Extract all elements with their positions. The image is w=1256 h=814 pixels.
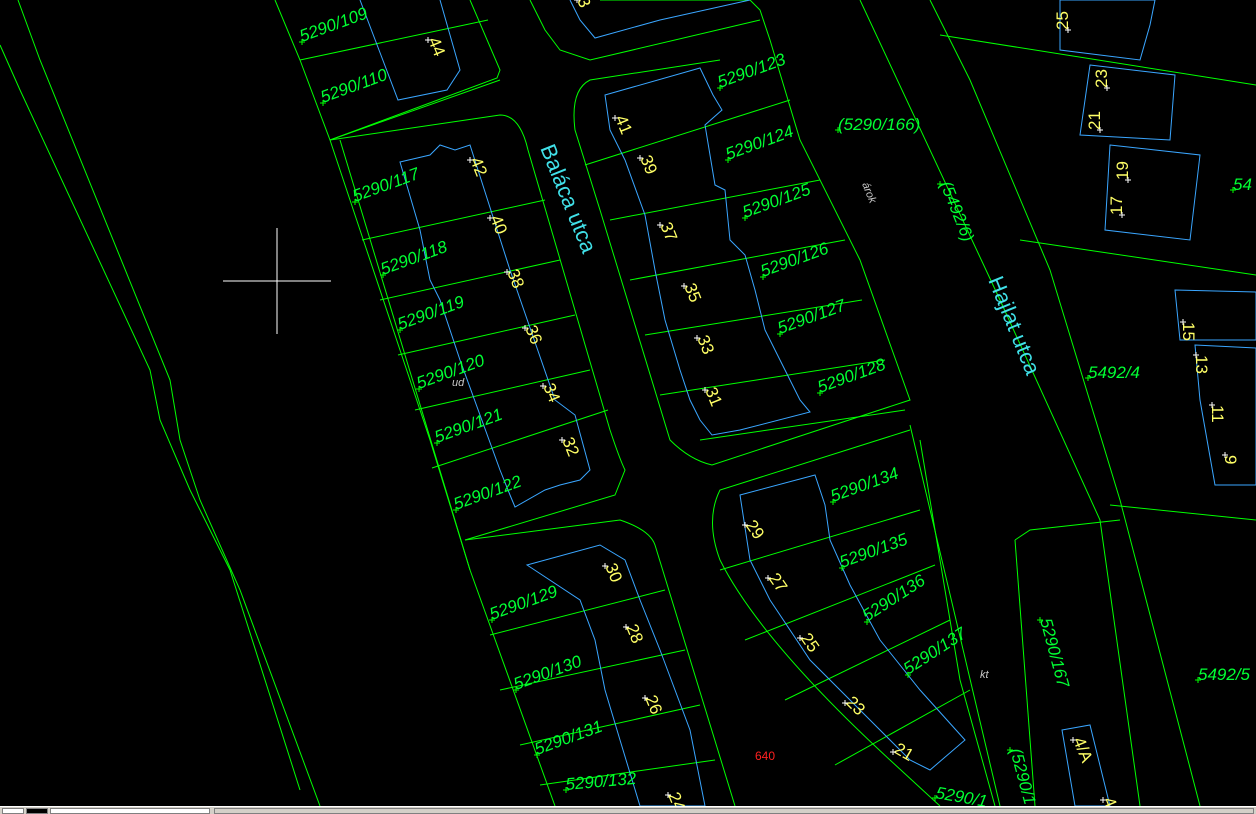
parcel-label: 5290/126 [758, 238, 832, 280]
status-segment [214, 808, 1254, 814]
house-number: 11 [1208, 405, 1227, 423]
parcel-label: 5290/125 [740, 179, 814, 221]
parcel-label: 5290/1 [934, 783, 989, 806]
parcel-label: 5290/129 [487, 581, 561, 623]
point-marker-label: 640 [755, 749, 775, 763]
house-number: 25 [1053, 11, 1072, 30]
status-segment [50, 808, 210, 814]
cadastral-map[interactable]: Baláca utca Hajlat utca 5290/109 5290/11… [0, 0, 1256, 806]
parcel-label: (5492/6) [936, 178, 977, 244]
cursor-crosshair [223, 228, 331, 334]
parcel-label: 5290/135 [837, 529, 911, 571]
parcel-label: 5290/124 [723, 122, 796, 164]
parcel-label: 5290/122 [451, 471, 525, 513]
ditch-label: árok [859, 181, 878, 206]
parcel-label: 5290/121 [432, 405, 505, 447]
parcel-label: 5290/119 [395, 292, 467, 334]
status-segment [26, 808, 48, 814]
parcel-label: 5290/134 [828, 464, 901, 506]
parcel-label: 5290/128 [815, 354, 889, 396]
parcel-label: 5290/132 [565, 769, 638, 794]
house-number: 19 [1113, 161, 1132, 180]
parcel-label: 5290/137 [900, 624, 970, 679]
house-number: 13 [1192, 355, 1211, 374]
house-number: 29 [742, 516, 768, 542]
house-number: 23 [1092, 69, 1111, 88]
street-label-balaca: Baláca utca [535, 141, 602, 258]
status-bar [0, 806, 1256, 814]
parcel-label: 5290/131 [532, 717, 605, 759]
parcel-label: 5290/167 [1036, 616, 1073, 690]
parcel-label: 5492/4 [1088, 363, 1140, 382]
parcel-label: 5290/110 [318, 65, 390, 107]
parcel-label: 5290/118 [378, 237, 450, 279]
parcel-label: (5290/1 [1006, 746, 1039, 806]
parcel-label: 5290/136 [859, 571, 929, 626]
house-number: 9 [1221, 455, 1240, 464]
house-number: 15 [1179, 322, 1198, 341]
parcel-label: 5290/120 [414, 350, 488, 392]
street-label-hajlat: Hajlat utca [983, 273, 1045, 379]
house-number: 3 [573, 0, 594, 10]
parcel-label: 54 [1233, 175, 1252, 194]
left-strip-lines [0, 0, 321, 806]
parcel-label: 5290/127 [775, 295, 849, 337]
misc-label: ud [452, 377, 465, 389]
house-number: 17 [1107, 196, 1126, 215]
house-number: 21 [1085, 111, 1104, 130]
parcel-label: 5290/130 [511, 651, 585, 693]
house-number: 27 [765, 569, 791, 595]
parcel-label: (5290/166) [838, 115, 920, 134]
house-number: 25 [797, 629, 823, 655]
parcel-label: 5290/123 [715, 49, 789, 91]
south-block-parcels [464, 519, 736, 806]
status-segment [2, 808, 24, 814]
parcel-label: 5290/109 [297, 3, 371, 45]
misc-label: kt [980, 669, 990, 681]
parcel-label: 5492/5 [1198, 665, 1251, 684]
